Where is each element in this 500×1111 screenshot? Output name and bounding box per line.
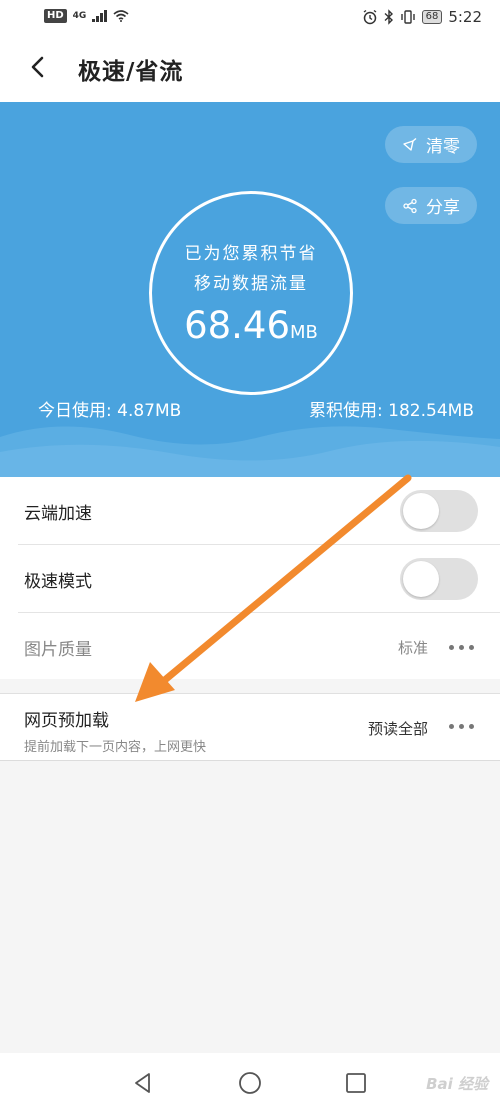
setting-turbo-mode[interactable]: 极速模式 bbox=[0, 545, 500, 612]
setting-label: 图片质量 bbox=[24, 640, 92, 660]
clear-label: 清零 bbox=[426, 137, 460, 157]
settings-list: 云端加速 极速模式 图片质量 标准 bbox=[0, 477, 500, 679]
nav-back-icon[interactable] bbox=[131, 1071, 155, 1095]
setting-label: 云端加速 bbox=[24, 504, 92, 524]
clock: 5:22 bbox=[448, 8, 482, 26]
image-quality-value: 标准 bbox=[397, 639, 428, 657]
watermark: Bai 经验 bbox=[426, 1075, 488, 1093]
savings-caption-line1: 已为您累积节省 bbox=[184, 244, 318, 264]
nav-recents-icon[interactable] bbox=[344, 1071, 368, 1095]
share-label: 分享 bbox=[426, 198, 460, 218]
back-arrow-icon[interactable] bbox=[24, 52, 54, 82]
preload-label: 网页预加载 bbox=[24, 711, 109, 731]
hd-badge: HD bbox=[44, 9, 67, 23]
share-button[interactable]: 分享 bbox=[385, 187, 477, 224]
setting-image-quality[interactable]: 图片质量 标准 bbox=[0, 613, 500, 680]
page-title: 极速/省流 bbox=[78, 59, 184, 85]
savings-hero: 清零 分享 已为您累积节省 移动数据流量 68.46MB 今日使用: 4.87M… bbox=[0, 102, 500, 477]
more-options-icon[interactable] bbox=[449, 645, 474, 650]
setting-cloud-acceleration[interactable]: 云端加速 bbox=[0, 477, 500, 544]
alarm-icon bbox=[363, 9, 376, 25]
turbo-mode-toggle[interactable] bbox=[400, 558, 478, 600]
system-nav-bar: Bai 经验 bbox=[0, 1053, 500, 1111]
bluetooth-icon bbox=[384, 9, 393, 25]
clear-button[interactable]: 清零 bbox=[385, 126, 477, 163]
saved-value: 68.46 bbox=[184, 304, 291, 347]
setting-page-preload[interactable]: 网页预加载 提前加载下一页内容，上网更快 预读全部 bbox=[0, 693, 500, 761]
status-right: 68 5:22 bbox=[362, 8, 482, 26]
status-bar: HD 4G 68 5:22 bbox=[0, 0, 500, 36]
saved-amount: 68.46MB bbox=[152, 304, 350, 347]
network-type: 4G bbox=[72, 11, 87, 21]
status-left: HD 4G bbox=[44, 9, 129, 23]
signal-icon bbox=[92, 10, 108, 22]
toggle-knob bbox=[403, 561, 439, 597]
broom-icon bbox=[403, 137, 417, 151]
savings-caption-line2: 移动数据流量 bbox=[194, 274, 308, 294]
toggle-knob bbox=[403, 493, 439, 529]
preload-description: 提前加载下一页内容，上网更快 bbox=[24, 740, 207, 755]
nav-home-icon[interactable] bbox=[238, 1071, 262, 1095]
share-icon bbox=[403, 198, 417, 213]
more-options-icon[interactable] bbox=[449, 724, 474, 729]
app-header: 极速/省流 bbox=[0, 36, 500, 102]
vibrate-icon bbox=[400, 10, 415, 24]
preload-value: 预读全部 bbox=[367, 720, 428, 738]
saved-unit: MB bbox=[290, 322, 318, 343]
wifi-icon bbox=[113, 10, 129, 22]
cloud-acceleration-toggle[interactable] bbox=[400, 490, 478, 532]
battery-icon: 68 bbox=[421, 10, 443, 24]
wave-decoration bbox=[0, 426, 500, 477]
setting-label: 极速模式 bbox=[24, 572, 92, 592]
savings-circle: 已为您累积节省 移动数据流量 68.46MB bbox=[149, 191, 353, 395]
